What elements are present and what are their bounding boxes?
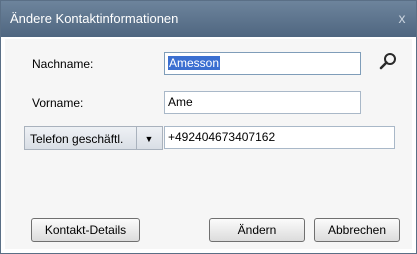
change-contact-dialog: Ändere Kontaktinformationen x Nachname: … — [0, 0, 417, 254]
search-button[interactable] — [377, 51, 399, 73]
vorname-input[interactable]: Ame — [164, 91, 361, 114]
nachname-label: Nachname: — [32, 57, 94, 71]
vorname-value: Ame — [168, 95, 193, 109]
contact-details-button[interactable]: Kontakt-Details — [31, 218, 140, 242]
phone-type-dropdown[interactable]: Telefon geschäftl. ▼ — [24, 126, 163, 150]
search-icon — [379, 53, 396, 70]
change-button[interactable]: Ändern — [209, 218, 305, 242]
dropdown-divider — [136, 127, 137, 149]
cancel-button[interactable]: Abbrechen — [314, 218, 400, 242]
phone-value: +492404673407162 — [168, 130, 276, 144]
close-icon[interactable]: x — [394, 10, 410, 26]
vorname-label: Vorname: — [32, 96, 84, 110]
dialog-title: Ändere Kontaktinformationen — [10, 11, 179, 26]
phone-input[interactable]: +492404673407162 — [164, 126, 395, 149]
chevron-down-icon[interactable]: ▼ — [142, 132, 156, 146]
nachname-input[interactable]: Amesson — [164, 52, 361, 75]
nachname-value: Amesson — [168, 56, 221, 70]
phone-type-label: Telefon geschäftl. — [30, 132, 124, 146]
title-bar[interactable]: Ändere Kontaktinformationen x — [1, 1, 416, 37]
